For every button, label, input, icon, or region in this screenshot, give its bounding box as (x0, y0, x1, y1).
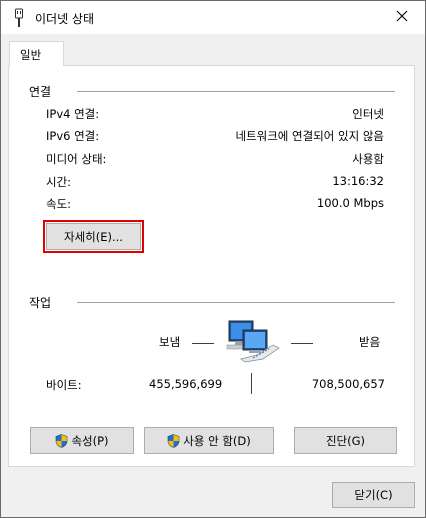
tab-general[interactable]: 일반 (9, 41, 64, 66)
properties-button-label: 속성(P) (71, 433, 109, 448)
duration-value: 13:16:32 (332, 174, 384, 188)
activity-section-title: 작업 (29, 296, 52, 310)
general-panel: 연결 IPv4 연결: 인터넷 IPv6 연결: 네트워크에 연결되어 있지 않… (8, 65, 415, 467)
sent-bytes-value: 455,596,699 (149, 377, 223, 391)
ipv4-label: IPv4 연결: (46, 107, 100, 121)
diagnose-button-label: 진단(G) (325, 433, 366, 448)
details-button[interactable]: 자세히(E)... (43, 220, 144, 253)
ethernet-adapter-icon (14, 8, 24, 28)
window-title: 이더넷 상태 (35, 12, 95, 26)
speed-value: 100.0 Mbps (316, 196, 384, 210)
title-bar[interactable]: 이더넷 상태 (1, 1, 425, 34)
uac-shield-icon (167, 433, 180, 448)
details-button-label: 자세히(E)... (64, 229, 123, 244)
disable-button-label: 사용 안 함(D) (183, 433, 251, 448)
connection-divider (77, 91, 395, 92)
close-button-label: 닫기(C) (354, 488, 393, 502)
ipv4-value: 인터넷 (352, 107, 384, 121)
disable-button[interactable]: 사용 안 함(D) (144, 427, 274, 454)
close-icon (396, 10, 408, 25)
ipv6-value: 네트워크에 연결되어 있지 않음 (235, 129, 384, 143)
bytes-separator (251, 373, 252, 394)
received-label: 받음 (359, 335, 381, 349)
sent-label: 보냄 (159, 335, 181, 349)
uac-shield-icon (55, 433, 68, 448)
ipv6-label: IPv6 연결: (46, 129, 100, 143)
network-computers-icon (223, 318, 283, 364)
activity-divider (77, 302, 395, 303)
tab-general-label: 일반 (20, 48, 42, 62)
speed-label: 속도: (46, 197, 72, 211)
connection-section-title: 연결 (29, 85, 52, 99)
received-bytes-value: 708,500,657 (311, 377, 385, 391)
media-state-value: 사용함 (352, 152, 384, 166)
ethernet-status-dialog: 이더넷 상태 일반 연결 IPv4 연결: 인터넷 IPv6 연결: 네트워크에… (0, 0, 426, 518)
diagnose-button[interactable]: 진단(G) (294, 427, 397, 454)
window-close-button[interactable] (379, 1, 425, 34)
received-connector-line (291, 343, 313, 344)
sent-connector-line (192, 343, 214, 344)
bytes-label: 바이트: (46, 378, 82, 392)
duration-label: 시간: (46, 175, 72, 189)
media-state-label: 미디어 상태: (46, 152, 107, 166)
properties-button[interactable]: 속성(P) (30, 427, 134, 454)
close-button[interactable]: 닫기(C) (332, 482, 415, 508)
